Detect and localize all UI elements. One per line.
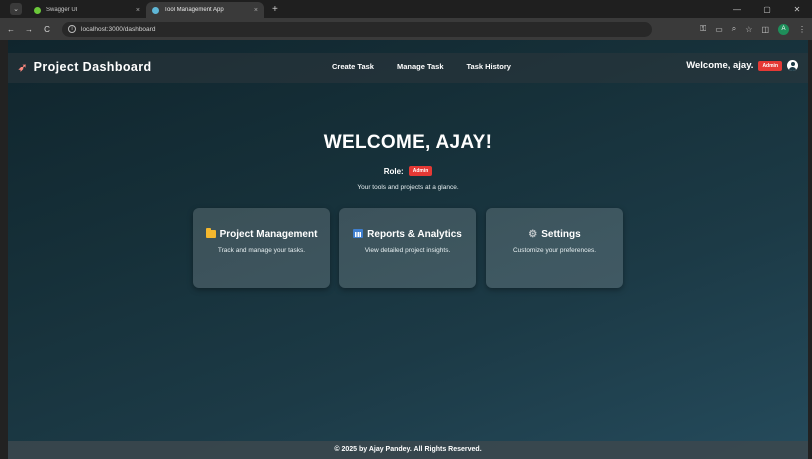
footer: © 2025 by Ajay Pandey. All Rights Reserv… <box>8 441 808 459</box>
extensions-icon[interactable]: ◫ <box>761 25 769 34</box>
address-bar[interactable]: i localhost:3000/dashboard <box>62 21 652 37</box>
top-navbar: ➶ Project Dashboard Create Task Manage T… <box>8 53 808 83</box>
bookmark-star-icon[interactable]: ☆ <box>745 25 752 34</box>
card-description: Track and manage your tasks. <box>217 247 306 254</box>
back-button[interactable]: ← <box>4 25 18 34</box>
brand-title: Project Dashboard <box>33 60 152 74</box>
card-title: Reports & Analytics <box>339 229 476 241</box>
card-settings[interactable]: ⚙ Settings Customize your preferences. <box>486 208 623 288</box>
rocket-icon: ➶ <box>18 61 28 74</box>
tab-search-button[interactable]: ⌄ <box>10 3 22 15</box>
card-reports-analytics[interactable]: Reports & Analytics View detailed projec… <box>339 208 476 288</box>
card-project-management[interactable]: Project Management Track and manage your… <box>193 208 330 288</box>
url-text: localhost:3000/dashboard <box>81 25 156 33</box>
role-line: Role: Admin <box>8 166 808 176</box>
user-circle-icon[interactable] <box>787 60 798 71</box>
browser-toolbar: ← → C i localhost:3000/dashboard ⚿ ▭ ⌕ ☆… <box>0 18 812 40</box>
window-border-right <box>808 40 812 459</box>
page-title: WELCOME, AJAY! <box>323 132 493 153</box>
nav-create-task[interactable]: Create Task <box>332 62 374 71</box>
nav-links: Create Task Manage Task Task History <box>332 62 534 71</box>
zoom-icon[interactable]: ⌕ <box>732 24 736 34</box>
role-badge: Admin <box>758 60 782 71</box>
tab-close-icon[interactable]: × <box>254 7 258 14</box>
cast-icon[interactable]: ▭ <box>715 25 723 34</box>
role-badge: Admin <box>408 166 433 176</box>
app-viewport: ➶ Project Dashboard Create Task Manage T… <box>8 40 808 459</box>
swagger-favicon-icon <box>34 6 41 14</box>
nav-task-history[interactable]: Task History <box>467 62 511 71</box>
tab-swagger-ui[interactable]: Swagger UI × <box>28 2 146 18</box>
card-description: View detailed project insights. <box>364 247 451 254</box>
app-favicon-icon <box>152 6 159 14</box>
tab-label: Swagger UI <box>46 7 78 13</box>
tab-tool-management-app[interactable]: Tool Management App × <box>146 2 264 18</box>
forward-button[interactable]: → <box>22 25 36 34</box>
profile-avatar[interactable]: A <box>778 23 789 35</box>
minimize-button[interactable]: — <box>722 5 752 14</box>
close-window-button[interactable]: ✕ <box>782 5 812 14</box>
password-key-icon[interactable]: ⚿ <box>700 24 706 34</box>
card-description: Customize your preferences. <box>512 247 597 254</box>
card-title-text: Settings <box>541 229 581 240</box>
restore-button[interactable]: ▢ <box>752 5 782 14</box>
tagline: Your tools and projects at a glance. <box>357 184 459 191</box>
nav-manage-task[interactable]: Manage Task <box>397 62 444 71</box>
tab-label: Tool Management App <box>164 7 224 13</box>
card-title-text: Reports & Analytics <box>367 229 462 240</box>
card-title: ⚙ Settings <box>486 229 623 241</box>
reload-button[interactable]: C <box>40 25 54 34</box>
tab-close-icon[interactable]: × <box>136 7 140 14</box>
welcome-text: Welcome, ajay. <box>686 60 754 71</box>
role-label: Role: <box>383 166 404 176</box>
browser-tab-bar: ⌄ Swagger UI × Tool Management App × + —… <box>0 0 812 18</box>
brand[interactable]: ➶ Project Dashboard <box>18 60 152 74</box>
browser-menu-icon[interactable]: ⋮ <box>798 25 806 34</box>
window-border-left <box>0 40 8 459</box>
card-title: Project Management <box>193 228 330 241</box>
gear-icon: ⚙ <box>528 229 538 240</box>
window-controls: — ▢ ✕ <box>722 0 812 18</box>
card-title-text: Project Management <box>219 229 318 240</box>
toolbar-actions: ⚿ ▭ ⌕ ☆ ◫ A ⋮ <box>691 18 806 40</box>
folder-icon <box>205 228 216 238</box>
site-info-icon[interactable]: i <box>68 25 76 33</box>
new-tab-button[interactable]: + <box>272 4 278 15</box>
user-welcome: Welcome, ajay. Admin <box>686 60 798 71</box>
bar-chart-icon <box>353 229 364 238</box>
